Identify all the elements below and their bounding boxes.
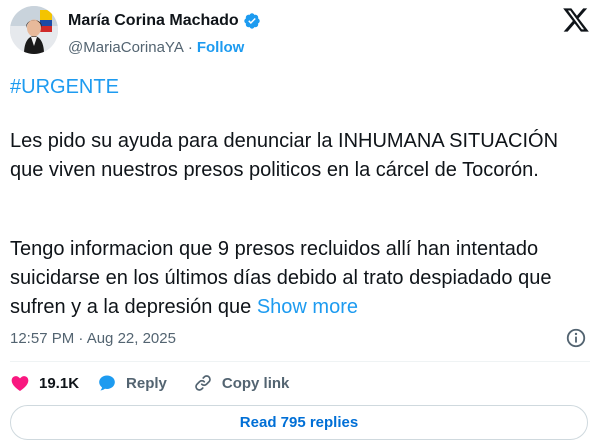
heart-icon	[11, 376, 29, 391]
read-replies-label: Read 795 replies	[239, 414, 359, 431]
tweet-paragraph-2: Tengo informacion que 9 presos recluidos…	[10, 235, 584, 322]
reply-label: Reply	[126, 374, 167, 392]
show-more-link[interactable]: Show more	[257, 296, 358, 318]
hashtag-link[interactable]: #URGENTE	[10, 76, 119, 98]
reply-bubble-icon	[99, 375, 115, 391]
copy-link-label: Copy link	[221, 374, 290, 392]
x-logo-icon[interactable]	[562, 7, 590, 33]
author-name-row: María Corina Machado	[68, 10, 261, 32]
tweet-hashtag-line: #URGENTE	[10, 73, 584, 102]
author-handle[interactable]: @MariaCorinaYA	[68, 39, 184, 56]
likes-count: 19.1K	[39, 374, 80, 392]
verified-badge-icon	[244, 13, 260, 29]
separator-dot: ·	[187, 38, 193, 56]
author-display-name[interactable]: María Corina Machado	[68, 12, 239, 30]
reply-button[interactable]: Reply	[97, 373, 167, 393]
author-handle-row: @MariaCorinaYA · Follow	[68, 37, 244, 57]
timestamp-text: 12:57 PM · Aug 22, 2025	[10, 329, 176, 347]
read-replies-button[interactable]: Read 795 replies	[10, 405, 588, 440]
info-icon[interactable]	[565, 327, 587, 349]
copy-link-button[interactable]: Copy link	[193, 373, 290, 393]
link-icon	[195, 375, 211, 391]
like-button[interactable]: 19.1K	[10, 373, 79, 393]
avatar[interactable]	[10, 6, 58, 54]
tweet-paragraph-1: Les pido su ayuda para denunciar la INHU…	[10, 130, 559, 181]
action-bar: 19.1K Reply Copy link	[10, 370, 289, 396]
tweet-timestamp[interactable]: 12:57 PM · Aug 22, 2025	[10, 328, 176, 348]
divider	[10, 361, 590, 362]
tweet-card: María Corina Machado @MariaCorinaYA · Fo…	[0, 0, 602, 448]
avatar-image	[10, 6, 58, 54]
follow-button[interactable]: Follow	[197, 39, 245, 56]
